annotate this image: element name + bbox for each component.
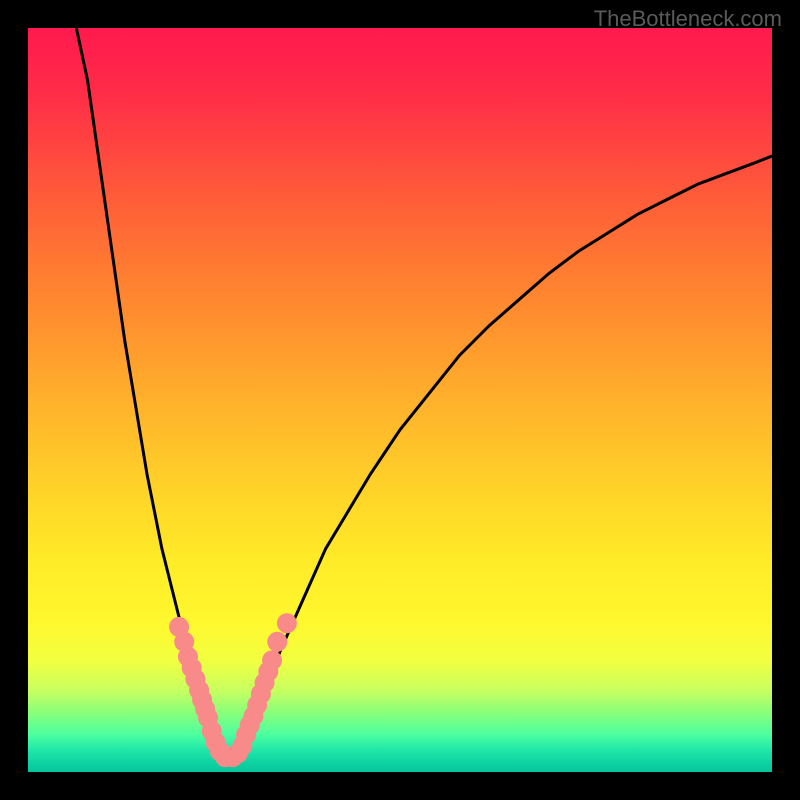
chart-dot	[267, 632, 287, 652]
chart-overlay-svg	[28, 28, 772, 772]
chart-dot	[262, 650, 282, 670]
watermark-text: TheBottleneck.com	[594, 6, 782, 32]
chart-plot-area	[28, 28, 772, 772]
chart-curve-left	[76, 28, 229, 757]
chart-dot	[277, 613, 297, 633]
chart-curve-right	[229, 156, 772, 757]
chart-dots-group	[169, 613, 297, 767]
